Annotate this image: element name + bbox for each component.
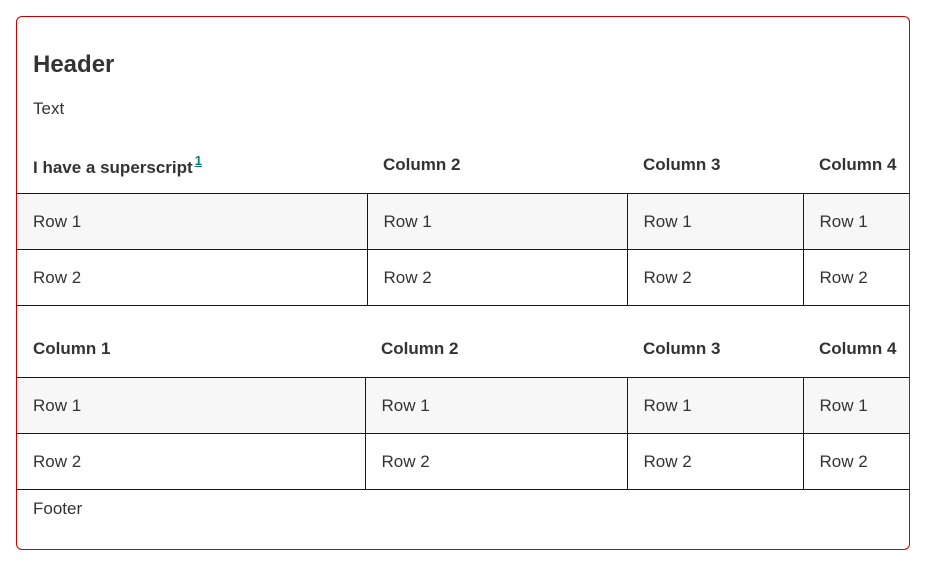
- column-header: Column 4: [819, 339, 897, 358]
- column-header: Column 2: [381, 339, 459, 358]
- table-cell: Row 1: [802, 377, 909, 434]
- column-header: Column 3: [643, 155, 721, 174]
- data-table-2: Column 1 Column 2 Column 3 Column 4 Row …: [17, 321, 909, 490]
- column-header: I have a superscript 1: [17, 137, 367, 194]
- table-cell: Row 2: [366, 249, 627, 306]
- column-header: Column 3: [643, 339, 721, 358]
- table-cell: Row 2: [17, 249, 367, 306]
- footnote-superscript-link[interactable]: 1: [195, 153, 202, 168]
- table-cell: Row 1: [364, 377, 627, 434]
- table-cell: Row 2: [626, 249, 803, 306]
- table-header-row: Column 1 Column 2 Column 3 Column 4: [17, 321, 909, 378]
- card-footer: Footer: [33, 499, 83, 518]
- table-cell: Row 1: [366, 193, 627, 250]
- table-cell: Row 1: [626, 377, 803, 434]
- column-header: Column 2: [383, 155, 461, 174]
- table-cell: Row 2: [17, 433, 365, 490]
- column-header: Column 1: [33, 339, 111, 358]
- table-row: Row 1 Row 1 Row 1 Row 1: [17, 377, 909, 434]
- card-title: Header: [33, 51, 115, 78]
- column-header-label: I have a superscript: [33, 157, 193, 177]
- table-cell: Row 1: [17, 377, 365, 434]
- table-cell: Row 2: [802, 249, 909, 306]
- table-row: Row 1 Row 1 Row 1 Row 1: [17, 193, 909, 250]
- table-cell: Row 2: [802, 433, 909, 490]
- table-cell: Row 1: [802, 193, 909, 250]
- table-row: Row 2 Row 2 Row 2 Row 2: [17, 249, 909, 306]
- data-table-1: I have a superscript 1 Column 2 Column 3 …: [17, 137, 909, 306]
- table-header-row: I have a superscript 1 Column 2 Column 3 …: [17, 137, 909, 194]
- table-cell: Row 2: [364, 433, 627, 490]
- table-row: Row 2 Row 2 Row 2 Row 2: [17, 433, 909, 490]
- table-cell: Row 2: [626, 433, 803, 490]
- card-text: Text: [33, 99, 65, 118]
- table-cell: Row 1: [17, 193, 367, 250]
- column-header: Column 4: [819, 155, 897, 174]
- card: Header Text I have a superscript 1 Column…: [16, 16, 910, 550]
- table-cell: Row 1: [626, 193, 803, 250]
